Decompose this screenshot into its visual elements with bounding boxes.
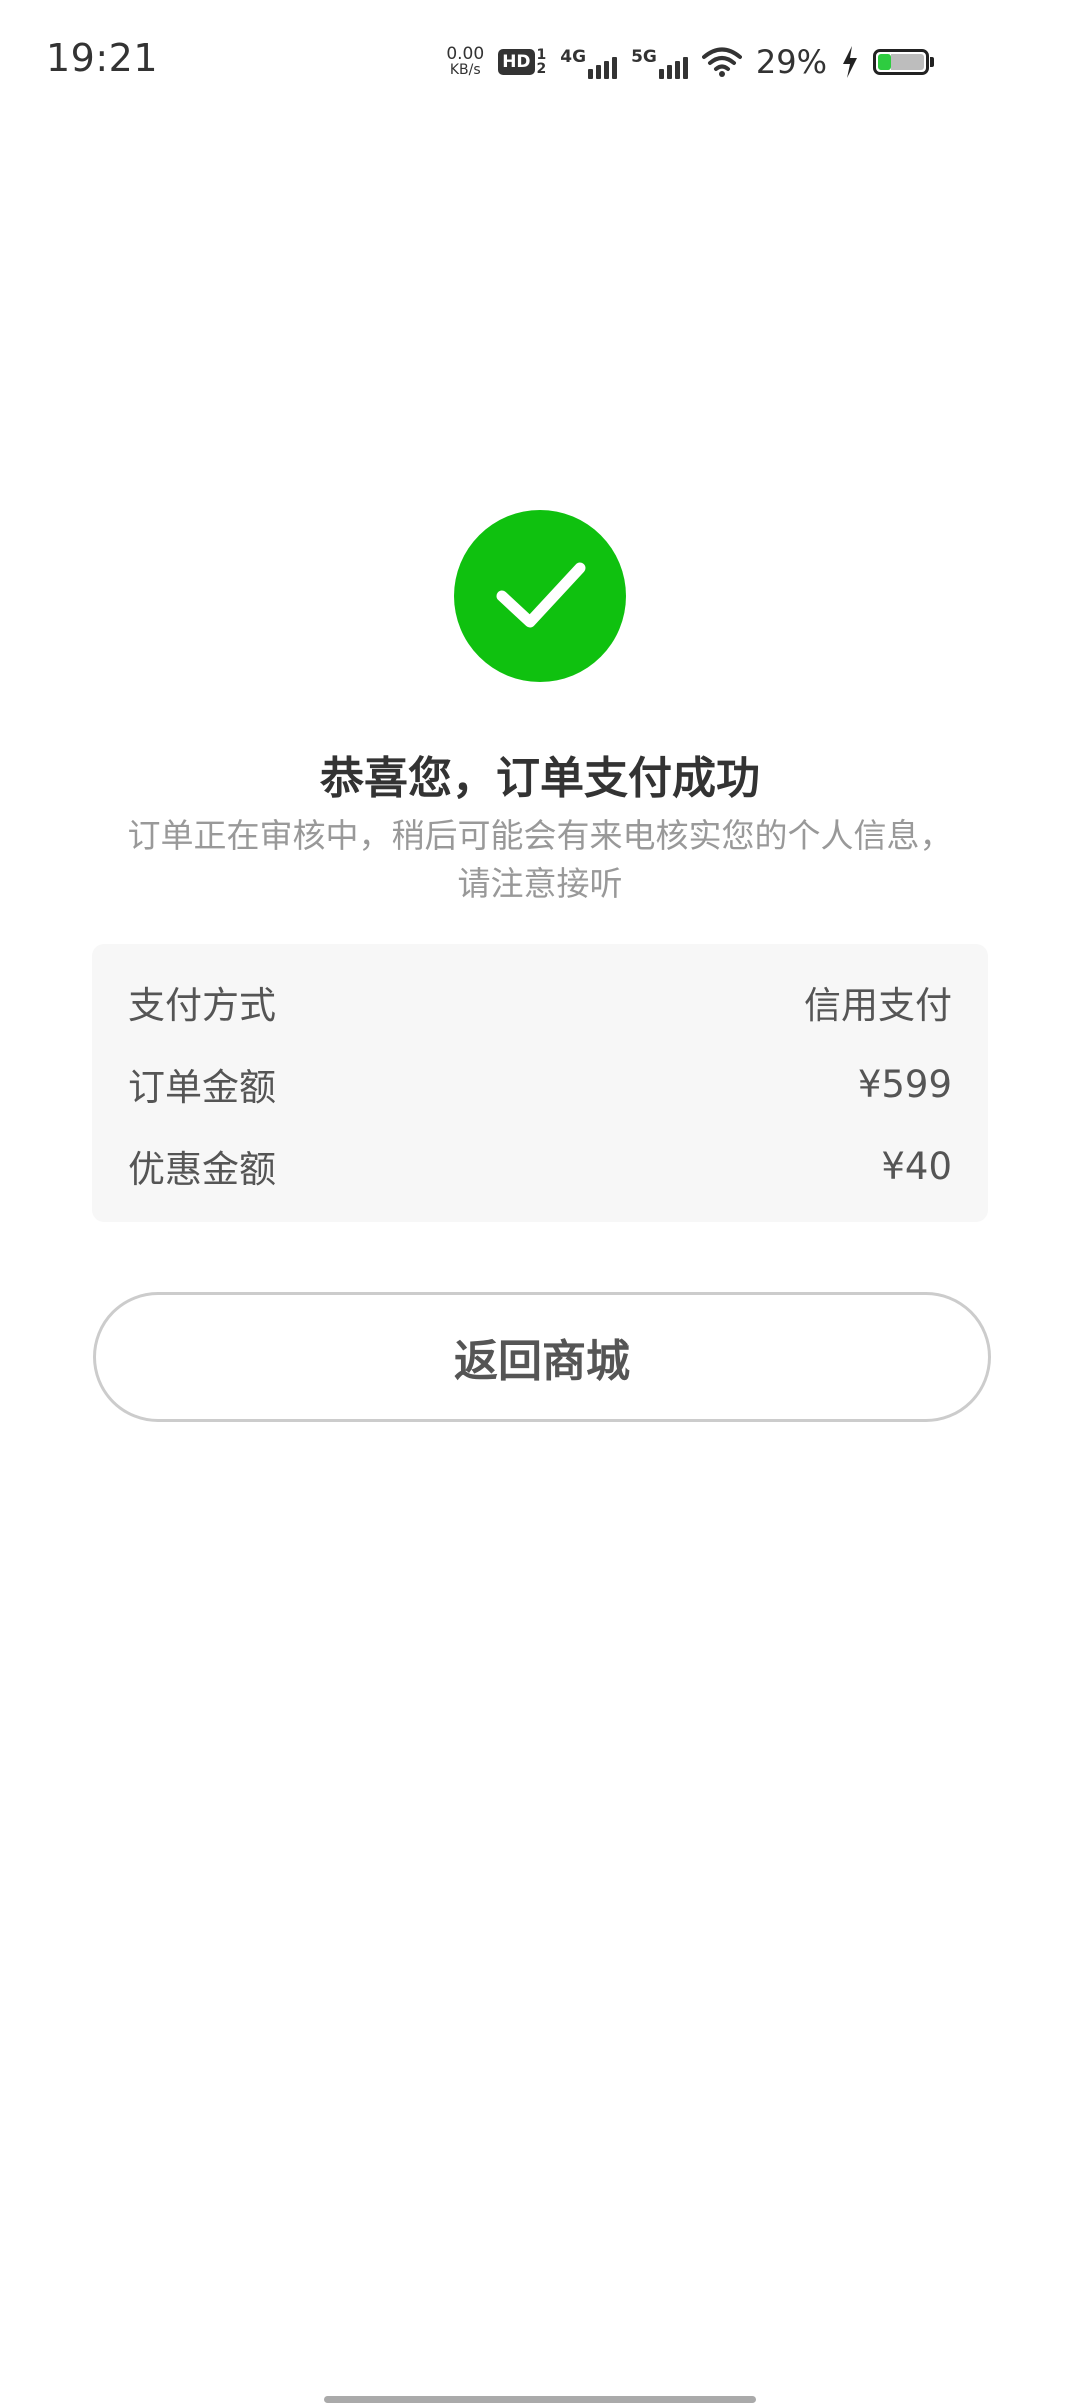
home-indicator[interactable]	[324, 2396, 756, 2403]
battery-percent: 29%	[755, 43, 827, 81]
discount-amount-value: ¥40	[881, 1144, 952, 1188]
hd-voice-icon: HD 1 2	[498, 48, 546, 76]
discount-amount-row: 优惠金额 ¥40	[128, 1136, 952, 1196]
payment-method-row: 支付方式 信用支付	[128, 972, 952, 1032]
discount-amount-label: 优惠金额	[128, 1148, 276, 1191]
order-amount-row: 订单金额 ¥599	[128, 1054, 952, 1114]
network-speed-unit: KB/s	[449, 62, 481, 78]
description-line-2: 请注意接听	[457, 864, 623, 903]
sim2-signal-icon: 5G	[631, 45, 688, 79]
payment-success-title: 恭喜您，订单支付成功	[320, 753, 760, 804]
network-speed-value: 0.00	[446, 44, 485, 64]
hd-sim-top: 1	[536, 47, 547, 63]
payment-success-description: 订单正在审核中，稍后可能会有来电核实您的个人信息， 请注意接听	[100, 812, 980, 908]
status-bar: 19:21 0.00 KB/s HD 1 2 4G 5G 29%	[0, 0, 1080, 120]
sim1-signal-icon: 4G	[560, 45, 618, 79]
battery-fill	[878, 54, 892, 70]
payment-method-label: 支付方式	[128, 984, 276, 1027]
sim1-network-type: 4G	[560, 47, 587, 67]
status-icons: 0.00 KB/s HD 1 2 4G 5G 29%	[446, 38, 934, 86]
hd-label: HD	[498, 49, 535, 75]
order-amount-label: 订单金额	[128, 1066, 276, 1109]
hd-sim-bottom: 2	[536, 61, 547, 77]
network-speed: 0.00 KB/s	[446, 44, 485, 79]
status-time: 19:21	[46, 36, 159, 80]
order-info-card: 支付方式 信用支付 订单金额 ¥599 优惠金额 ¥40	[92, 944, 988, 1222]
wifi-icon	[701, 46, 742, 78]
check-icon	[454, 510, 626, 682]
sim2-network-type: 5G	[631, 47, 657, 67]
order-amount-value: ¥599	[857, 1062, 952, 1106]
charging-icon	[841, 46, 859, 78]
description-line-1: 订单正在审核中，稍后可能会有来电核实您的个人信息，	[127, 816, 953, 855]
back-to-mall-button[interactable]: 返回商城	[93, 1292, 991, 1422]
payment-method-value: 信用支付	[804, 984, 952, 1027]
battery-icon	[873, 49, 934, 75]
